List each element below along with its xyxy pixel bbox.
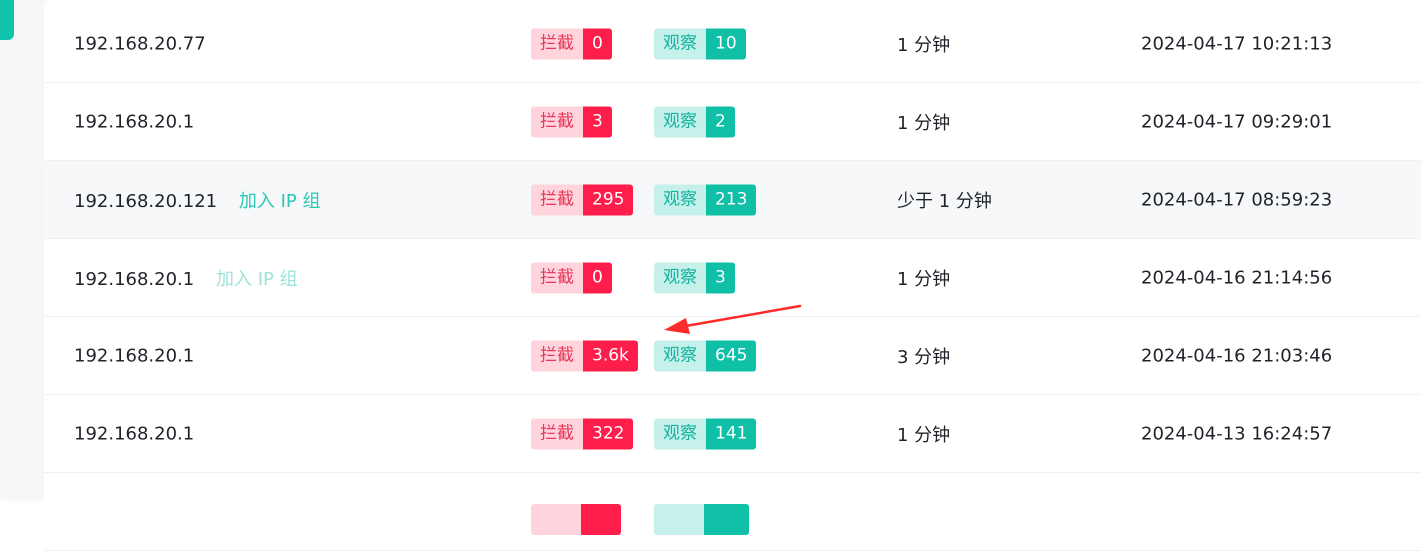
block-count: 3.6k bbox=[583, 340, 638, 371]
ip-cell: 192.168.20.1 bbox=[74, 423, 194, 444]
ip-cell: 192.168.20.1 bbox=[74, 111, 194, 132]
block-label: 拦截 bbox=[531, 340, 583, 371]
timestamp: 2024-04-17 10:21:13 bbox=[1141, 33, 1333, 54]
block-count-tag bbox=[531, 504, 622, 535]
sidebar-active-tab[interactable] bbox=[0, 0, 14, 40]
ip-address: 192.168.20.1 bbox=[74, 423, 195, 444]
duration: 1 分钟 bbox=[897, 424, 951, 446]
timestamp: 2024-04-17 09:29:01 bbox=[1141, 111, 1333, 132]
watch-count: 645 bbox=[706, 340, 757, 371]
watch-count-tag: 观察 645 bbox=[654, 340, 757, 371]
table-row: 192.168.20.1 拦截 322 观察 141 1 分钟 2024-04-13… bbox=[44, 395, 1421, 473]
timestamp: 2024-04-17 08:59:23 bbox=[1141, 189, 1333, 210]
ip-address: 192.168.20.1 bbox=[74, 345, 195, 366]
watch-count-tag: 观察 3 bbox=[654, 262, 735, 293]
duration: 3 分钟 bbox=[897, 346, 951, 368]
table-row: 192.168.20.121 加入 IP 组 拦截 295 观察 213 少于 1 … bbox=[44, 161, 1421, 239]
watch-label: 观察 bbox=[654, 106, 706, 137]
block-label: 拦截 bbox=[531, 262, 583, 293]
block-count: 322 bbox=[583, 418, 634, 449]
watch-count-tag: 观察 213 bbox=[654, 184, 757, 215]
table-row: 192.168.20.77 拦截 0 观察 10 1 分钟 2024-04-17 1… bbox=[44, 5, 1421, 83]
block-count: 0 bbox=[583, 28, 612, 59]
watch-count: 2 bbox=[706, 106, 735, 137]
watch-count: 3 bbox=[706, 262, 735, 293]
ip-cell: 192.168.20.1 bbox=[74, 345, 194, 366]
watch-label: 观察 bbox=[654, 418, 706, 449]
block-count-tag: 拦截 295 bbox=[531, 184, 634, 215]
watch-label: 观察 bbox=[654, 340, 706, 371]
ip-address: 192.168.20.1 bbox=[74, 268, 195, 290]
block-count: 3 bbox=[583, 106, 612, 137]
table-row: 192.168.20.1 拦截 3.6k 观察 645 3 分钟 2024-04-1… bbox=[44, 317, 1421, 395]
block-label: 拦截 bbox=[531, 28, 583, 59]
block-count-tag: 拦截 3.6k bbox=[531, 340, 638, 371]
block-count-tag: 拦截 3 bbox=[531, 106, 612, 137]
watch-count-tag: 观察 10 bbox=[654, 28, 746, 59]
ip-cell: 192.168.20.121 加入 IP 组 bbox=[74, 187, 320, 213]
ip-address: 192.168.20.77 bbox=[74, 33, 206, 54]
ip-address: 192.168.20.121 bbox=[74, 190, 218, 212]
watch-count-tag bbox=[654, 504, 750, 535]
block-count-tag: 拦截 0 bbox=[531, 28, 612, 59]
block-label: 拦截 bbox=[531, 184, 583, 215]
watch-count: 10 bbox=[706, 28, 746, 59]
watch-label: 观察 bbox=[654, 28, 706, 59]
table-row bbox=[44, 473, 1421, 551]
block-label: 拦截 bbox=[531, 106, 583, 137]
duration: 1 分钟 bbox=[897, 112, 951, 134]
duration: 少于 1 分钟 bbox=[897, 190, 992, 212]
watch-count-tag: 观察 2 bbox=[654, 106, 735, 137]
watch-label bbox=[654, 504, 705, 535]
block-count-tag: 拦截 322 bbox=[531, 418, 634, 449]
add-to-ip-group-link[interactable]: 加入 IP 组 bbox=[216, 269, 298, 290]
watch-count bbox=[704, 504, 750, 535]
block-label: 拦截 bbox=[531, 418, 583, 449]
block-count bbox=[581, 504, 622, 535]
watch-label: 观察 bbox=[654, 262, 706, 293]
watch-count: 213 bbox=[706, 184, 757, 215]
block-label bbox=[531, 504, 582, 535]
duration: 1 分钟 bbox=[897, 268, 951, 290]
table-row: 192.168.20.1 拦截 3 观察 2 1 分钟 2024-04-17 09:… bbox=[44, 83, 1421, 161]
access-log-table: 192.168.20.77 拦截 0 观察 10 1 分钟 2024-04-17 1… bbox=[44, 5, 1421, 551]
block-count: 0 bbox=[583, 262, 612, 293]
timestamp: 2024-04-16 21:14:56 bbox=[1141, 267, 1333, 288]
block-count: 295 bbox=[583, 184, 634, 215]
ip-address: 192.168.20.1 bbox=[74, 111, 195, 132]
watch-count-tag: 观察 141 bbox=[654, 418, 757, 449]
duration: 1 分钟 bbox=[897, 34, 951, 56]
sidebar bbox=[0, 0, 44, 499]
ip-cell: 192.168.20.77 bbox=[74, 33, 206, 54]
add-to-ip-group-link[interactable]: 加入 IP 组 bbox=[239, 191, 321, 212]
table-row: 192.168.20.1 加入 IP 组 拦截 0 观察 3 1 分钟 2024-0… bbox=[44, 239, 1421, 317]
ip-cell: 192.168.20.1 加入 IP 组 bbox=[74, 265, 298, 291]
timestamp: 2024-04-13 16:24:57 bbox=[1141, 423, 1333, 444]
watch-label: 观察 bbox=[654, 184, 706, 215]
timestamp: 2024-04-16 21:03:46 bbox=[1141, 345, 1333, 366]
block-count-tag: 拦截 0 bbox=[531, 262, 612, 293]
watch-count: 141 bbox=[706, 418, 757, 449]
